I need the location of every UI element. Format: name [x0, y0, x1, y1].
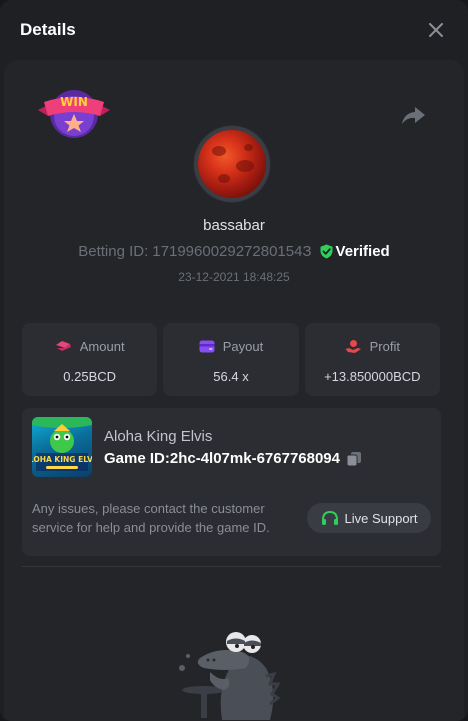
stat-amount: Amount 0.25BCD [22, 323, 158, 396]
shield-check-icon [320, 244, 333, 259]
stat-profit-value: +13.850000BCD [324, 369, 421, 384]
verified-label: Verified [335, 243, 390, 260]
stat-payout: Payout 56.4 x [163, 323, 299, 396]
live-support-label: Live Support [344, 510, 418, 526]
close-icon [429, 23, 443, 37]
headphones-icon [321, 510, 338, 525]
game-id-label: Game ID: [104, 450, 170, 467]
stat-amount-value: 0.25BCD [63, 369, 117, 384]
game-art-icon: ALOHA KING ELVIS [32, 417, 92, 471]
game-id-value: 2hc-4l07mk-6767768094 [169, 450, 340, 467]
close-button[interactable] [424, 18, 448, 42]
wallet-icon [199, 340, 215, 352]
verified-badge: Verified [320, 243, 390, 260]
win-badge-icon: WIN [38, 90, 110, 138]
modal-header: Details [0, 0, 468, 60]
live-support-button[interactable]: Live Support [307, 503, 431, 533]
copy-icon [346, 451, 361, 466]
stat-amount-label: Amount [79, 338, 125, 354]
divider [22, 566, 441, 567]
stats-row: Amount 0.25BCD Payout 56.4 x Profit +13.… [22, 323, 440, 396]
stat-profit: Profit +13.850000BCD [304, 323, 440, 396]
share-button[interactable] [398, 102, 428, 130]
details-modal: Details WIN bassabar Betting ID: 1719960… [0, 0, 468, 721]
coins-icon [55, 341, 71, 351]
support-message: Any issues, please contact the customer … [32, 501, 270, 535]
username: bassabar [203, 217, 265, 234]
stat-profit-label: Profit [369, 338, 400, 354]
hand-coin-icon [345, 339, 361, 353]
badge-text: WIN [60, 95, 88, 109]
game-thumbnail[interactable]: ALOHA KING ELVIS [32, 417, 92, 477]
modal-title: Details [20, 20, 76, 39]
game-id-row: Game ID: 2hc-4l07mk-6767768094 [104, 450, 362, 467]
stat-payout-label: Payout [222, 338, 264, 354]
stat-payout-value: 56.4 x [213, 369, 249, 384]
game-info-box: ALOHA KING ELVIS Aloha King Elvis Game I… [22, 408, 441, 556]
betting-id-row: Betting ID: 171996002927280154З Verified [4, 243, 464, 260]
game-thumb-title: ALOHA KING ELVIS [32, 455, 92, 464]
game-name[interactable]: Aloha King Elvis [104, 428, 212, 445]
betting-id-label: Betting ID: [78, 243, 149, 260]
betting-id-value: 171996002927280154З [152, 243, 312, 260]
share-icon [402, 107, 425, 124]
crocodile-mascot-icon [179, 632, 281, 720]
bet-timestamp: 23-12-2021 18:48:25 [178, 270, 290, 284]
avatar [194, 126, 270, 202]
bet-details-card: WIN bassabar Betting ID: 171996002927280… [4, 60, 464, 721]
copy-game-id-button[interactable] [346, 451, 362, 467]
